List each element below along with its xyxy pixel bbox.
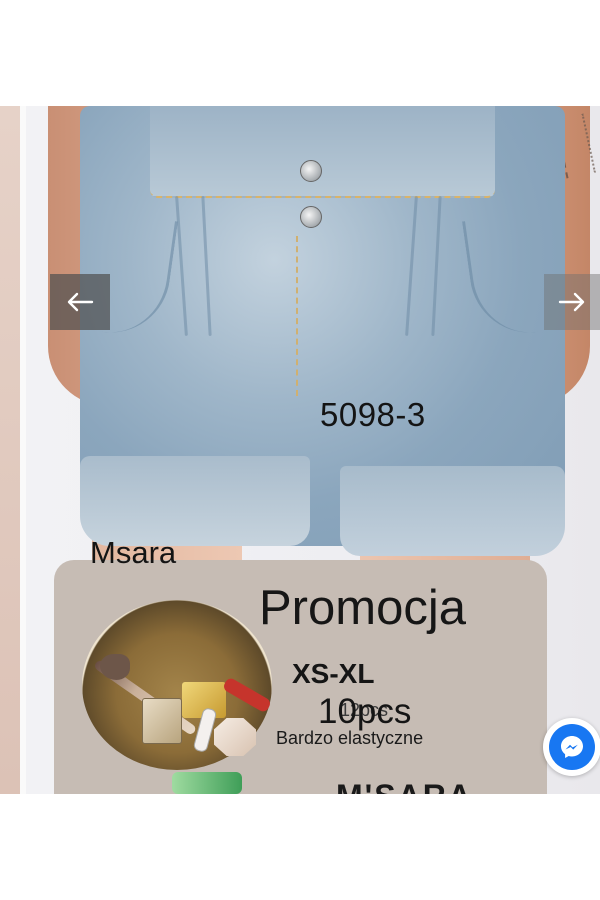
size-range: XS-XL — [292, 658, 375, 689]
messenger-chat-button[interactable] — [543, 718, 600, 776]
pack-quantity: 10pcs — [318, 692, 412, 731]
image-divider — [20, 106, 26, 794]
product-gallery-page: 5098-3 Promocja XS-XL 12pcs 10pcs Bardzo… — [0, 0, 600, 900]
next-image-button[interactable] — [544, 274, 600, 330]
messenger-icon — [561, 736, 583, 758]
waistband — [150, 106, 495, 198]
arrow-right-icon — [558, 292, 585, 312]
arrow-left-icon — [67, 292, 94, 312]
cuff-left — [80, 456, 310, 546]
perfume-bottle — [142, 698, 182, 744]
promo-card: Promocja XS-XL 12pcs 10pcs Bardzo elasty… — [54, 560, 547, 794]
compact-mirror — [214, 718, 256, 756]
cosmetics-basket — [82, 600, 273, 794]
promo-title: Promocja — [259, 581, 466, 635]
zipper-fly — [296, 236, 300, 396]
brand-label: Msara — [90, 535, 177, 570]
waist-button-bottom — [300, 206, 322, 228]
messenger-badge — [549, 724, 595, 770]
makeup-brush-head — [100, 654, 130, 680]
previous-image-button[interactable] — [50, 274, 110, 330]
product-description: Bardzo elastyczne — [276, 728, 424, 748]
lipstick — [221, 676, 273, 714]
perfume-bottle-green — [172, 772, 242, 794]
waist-button-top — [300, 160, 322, 182]
product-code: 5098-3 — [320, 396, 426, 433]
cuff-right — [340, 466, 565, 556]
previous-image-strip — [0, 106, 22, 794]
brand-banner-text: M'SARA — [336, 778, 473, 794]
